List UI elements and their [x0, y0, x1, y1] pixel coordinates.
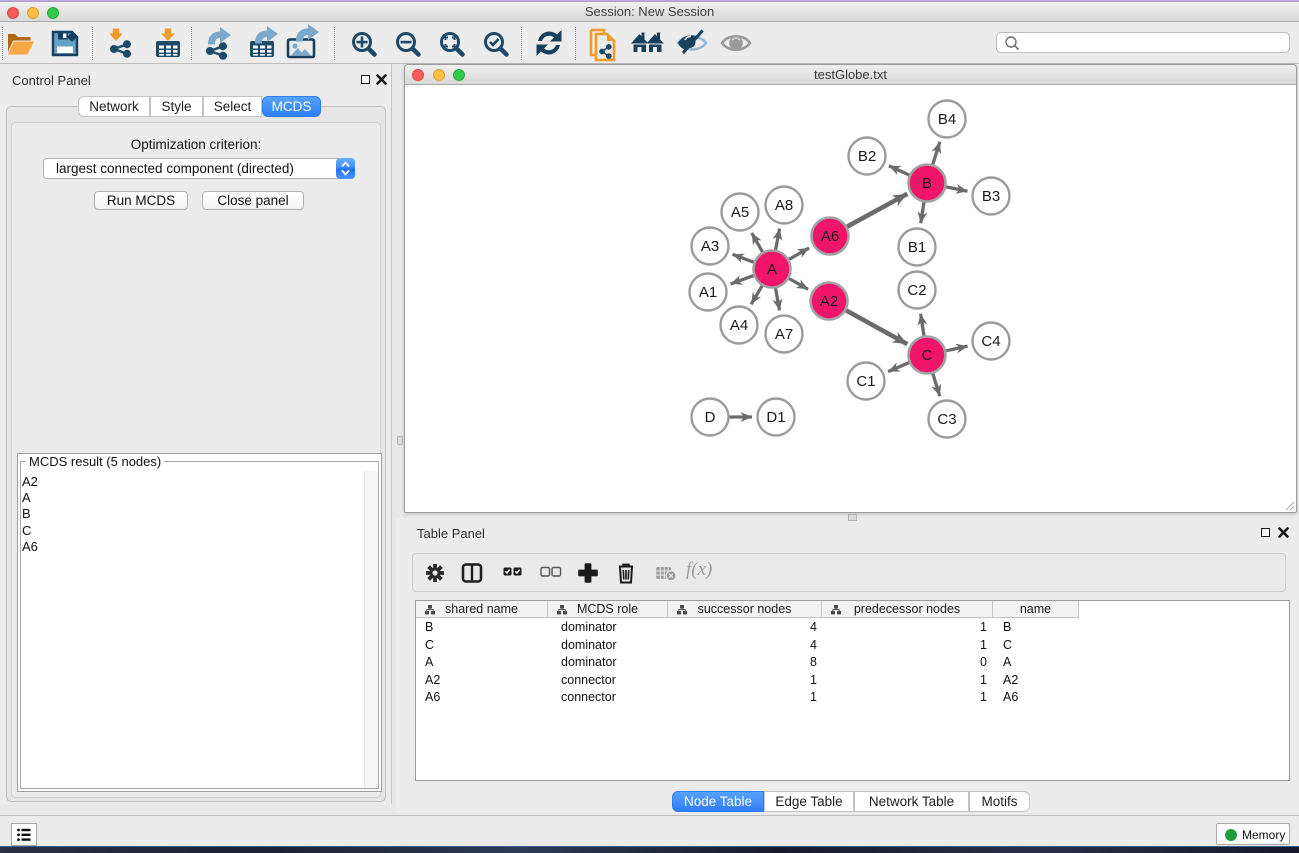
svg-text:A4: A4 [730, 317, 748, 334]
svg-text:A8: A8 [775, 197, 793, 214]
svg-text:B2: B2 [858, 148, 876, 165]
svg-text:C: C [922, 347, 933, 364]
svg-text:C2: C2 [907, 282, 926, 299]
svg-text:B: B [922, 175, 932, 192]
svg-text:B1: B1 [908, 239, 926, 256]
svg-text:D: D [705, 409, 716, 426]
svg-text:C1: C1 [856, 373, 875, 390]
svg-text:B3: B3 [982, 188, 1000, 205]
svg-text:C4: C4 [981, 333, 1000, 350]
svg-text:A1: A1 [699, 284, 717, 301]
svg-text:A2: A2 [820, 293, 838, 310]
svg-text:B4: B4 [938, 111, 956, 128]
svg-text:A3: A3 [701, 238, 719, 255]
svg-text:C3: C3 [937, 411, 956, 428]
svg-text:A6: A6 [821, 228, 839, 245]
svg-text:D1: D1 [766, 409, 785, 426]
svg-text:A5: A5 [731, 204, 749, 221]
svg-text:A7: A7 [775, 326, 793, 343]
svg-text:A: A [767, 261, 777, 278]
